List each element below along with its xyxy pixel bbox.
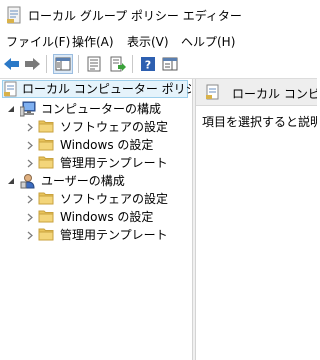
tree-item-user-software-settings[interactable]: ソフトウェアの設定	[24, 191, 188, 208]
toolbar-separator	[132, 55, 133, 73]
collapsed-chevron-icon[interactable]	[25, 139, 35, 151]
folder-icon	[38, 155, 54, 171]
back-arrow-icon[interactable]	[2, 54, 22, 74]
tree-item-computer-config[interactable]: コンピューターの構成	[4, 101, 188, 118]
policy-tree: ローカル コンピューター ポリシー コンピューターの構成 ソフトウェアの設定 W…	[0, 79, 191, 360]
collapsed-chevron-icon[interactable]	[25, 229, 35, 241]
expanded-chevron-icon[interactable]	[6, 103, 16, 115]
policy-document-icon	[206, 84, 222, 100]
tree-label: ソフトウェアの設定	[60, 192, 169, 206]
tree-item-computer-windows-settings[interactable]: Windows の設定	[24, 137, 188, 154]
forward-arrow-icon[interactable]	[22, 54, 42, 74]
user-icon	[20, 173, 36, 189]
window-title: ローカル グループ ポリシー エディター	[28, 9, 242, 23]
folder-icon	[38, 209, 54, 225]
properties-icon[interactable]	[84, 54, 104, 74]
tree-item-user-windows-settings[interactable]: Windows の設定	[24, 209, 188, 226]
tree-item-user-config[interactable]: ユーザーの構成	[4, 173, 188, 190]
show-hide-tree-icon[interactable]	[53, 54, 73, 74]
details-header: ローカル コンピューター ポリシー	[196, 79, 317, 106]
tree-label: Windows の設定	[60, 210, 154, 224]
menu-help[interactable]: ヘルプ(H)	[181, 33, 235, 50]
toolbar-separator	[78, 55, 79, 73]
tree-label: コンピューターの構成	[41, 102, 162, 116]
menu-bar: ファイル(F) 操作(A) 表示(V) ヘルプ(H)	[0, 30, 317, 50]
folder-icon	[38, 137, 54, 153]
tree-label: 管理用テンプレート	[60, 228, 168, 242]
policy-document-icon	[6, 6, 22, 24]
menu-view[interactable]: 表示(V)	[127, 33, 169, 50]
tree-item-computer-software-settings[interactable]: ソフトウェアの設定	[24, 119, 188, 136]
tree-label: ローカル コンピューター ポリシー	[22, 82, 191, 96]
collapsed-chevron-icon[interactable]	[25, 121, 35, 133]
svg-text:?: ?	[145, 59, 151, 72]
folder-icon	[38, 119, 54, 135]
details-header-title: ローカル コンピューター ポリシー	[232, 87, 317, 101]
collapsed-chevron-icon[interactable]	[25, 211, 35, 223]
menu-action[interactable]: 操作(A)	[72, 33, 114, 50]
computer-icon	[19, 101, 36, 117]
tree-item-computer-admin-templates[interactable]: 管理用テンプレート	[24, 155, 188, 172]
menu-file[interactable]: ファイル(F)	[6, 33, 70, 50]
tree-label: ソフトウェアの設定	[60, 120, 169, 134]
gpedit-window: ローカル グループ ポリシー エディター ファイル(F) 操作(A) 表示(V)…	[0, 0, 317, 360]
policy-document-icon	[4, 81, 20, 97]
toolbar-separator	[46, 55, 47, 73]
show-hide-action-pane-icon[interactable]	[160, 54, 180, 74]
tree-label: ユーザーの構成	[41, 174, 125, 188]
title-bar: ローカル グループ ポリシー エディター	[0, 0, 317, 31]
tree-label: 管理用テンプレート	[60, 156, 168, 170]
details-description: 項目を選択すると説明が表示されます。	[202, 115, 317, 129]
folder-icon	[38, 191, 54, 207]
collapsed-chevron-icon[interactable]	[25, 193, 35, 205]
help-icon[interactable]: ?	[138, 54, 158, 74]
tree-label: Windows の設定	[60, 138, 154, 152]
toolbar: ?	[0, 50, 317, 79]
tree-item-user-admin-templates[interactable]: 管理用テンプレート	[24, 227, 188, 244]
expanded-chevron-icon[interactable]	[6, 175, 16, 187]
tree-root-local-computer-policy[interactable]: ローカル コンピューター ポリシー	[4, 81, 191, 98]
collapsed-chevron-icon[interactable]	[25, 157, 35, 169]
details-pane: ローカル コンピューター ポリシー 項目を選択すると説明が表示されます。	[196, 79, 317, 360]
folder-icon	[38, 227, 54, 243]
export-list-icon[interactable]	[108, 54, 128, 74]
